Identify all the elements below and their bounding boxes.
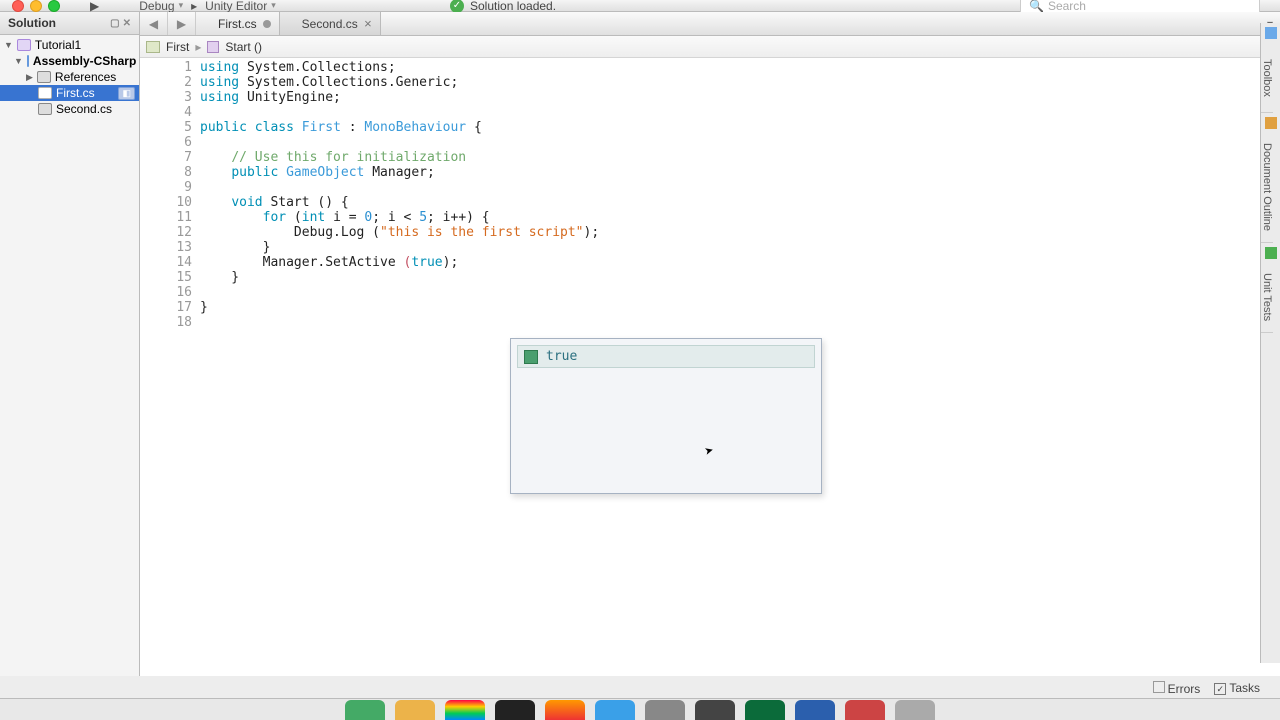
autocomplete-text: true <box>546 349 577 364</box>
file-node-first[interactable]: First.cs ◧ <box>0 85 139 101</box>
dock-app-7[interactable] <box>645 700 685 720</box>
project-label: Assembly-CSharp <box>33 54 136 68</box>
breadcrumb-method[interactable]: Start () <box>225 40 262 54</box>
unit-tests-tab[interactable]: Unit Tests <box>1261 263 1273 333</box>
dock-app-9[interactable] <box>745 700 785 720</box>
nav-back-button[interactable]: ◀ <box>140 12 168 35</box>
solution-sidebar: Solution ▢ ✕ ▼Tutorial1 ▼Assembly-CSharp … <box>0 12 140 676</box>
references-node[interactable]: ▶References <box>0 69 139 85</box>
status-bar: Errors ✓Tasks <box>1153 678 1260 698</box>
pad-close-icon[interactable]: ✕ <box>123 18 131 29</box>
editor-pane: ◀ ▶ First.cs Second.cs × ▾ First ▸ Start… <box>140 12 1280 676</box>
solution-root[interactable]: ▼Tutorial1 <box>0 37 139 53</box>
dock-app-5[interactable] <box>545 700 585 720</box>
right-dock: Toolbox Document Outline Unit Tests <box>1260 23 1280 663</box>
file-first-label: First.cs <box>56 86 95 100</box>
macos-dock <box>0 698 1280 720</box>
nav-fwd-button[interactable]: ▶ <box>168 12 196 35</box>
main-toolbar: ▶ Debug▾ ▸ Unity Editor▾ ✓ Solution load… <box>0 0 1280 12</box>
tab-first[interactable]: First.cs <box>196 12 280 35</box>
window-controls <box>12 0 60 12</box>
dock-app-3[interactable] <box>445 700 485 720</box>
errors-button[interactable]: Errors <box>1153 681 1201 696</box>
config-debug: Debug <box>139 0 174 13</box>
tasks-label: Tasks <box>1229 681 1260 695</box>
solution-tree: ▼Tutorial1 ▼Assembly-CSharp ▶References … <box>0 35 139 119</box>
dock-app-10[interactable] <box>795 700 835 720</box>
solution-title: Solution <box>8 16 56 30</box>
doc-outline-icon[interactable] <box>1265 117 1277 129</box>
tab-close-icon[interactable]: × <box>364 16 372 31</box>
errors-label: Errors <box>1168 682 1201 696</box>
autocomplete-item[interactable]: true <box>517 345 815 368</box>
dock-app-1[interactable] <box>345 700 385 720</box>
minimize-icon[interactable] <box>30 0 42 12</box>
dock-app-6[interactable] <box>595 700 635 720</box>
autocomplete-popup[interactable]: true <box>510 338 822 494</box>
editor-tabbar: ◀ ▶ First.cs Second.cs × ▾ <box>140 12 1280 36</box>
dock-app-12[interactable] <box>895 700 935 720</box>
errors-icon <box>1153 681 1165 693</box>
check-icon: ✓ <box>450 0 464 13</box>
toolbox-tab[interactable]: Toolbox <box>1261 43 1273 113</box>
dock-app-11[interactable] <box>845 700 885 720</box>
status-text: Solution loaded. <box>470 0 556 13</box>
status-message: ✓ Solution loaded. <box>450 0 556 13</box>
tab-first-label: First.cs <box>218 17 257 31</box>
solution-pad-header[interactable]: Solution ▢ ✕ <box>0 12 139 35</box>
references-label: References <box>55 70 116 84</box>
breadcrumb-bar: First ▸ Start () <box>140 36 1280 58</box>
zoom-icon[interactable] <box>48 0 60 12</box>
project-node[interactable]: ▼Assembly-CSharp <box>0 53 139 69</box>
run-button[interactable]: ▶ <box>90 0 99 13</box>
pad-box-icon[interactable]: ▢ <box>110 18 119 29</box>
file-node-second[interactable]: Second.cs <box>0 101 139 117</box>
tab-second-label: Second.cs <box>302 17 358 31</box>
toolbox-icon[interactable] <box>1265 27 1277 39</box>
tab-second[interactable]: Second.cs × <box>280 12 381 35</box>
tasks-button[interactable]: ✓Tasks <box>1214 681 1260 696</box>
dock-app-2[interactable] <box>395 700 435 720</box>
file-second-label: Second.cs <box>56 102 112 116</box>
line-gutter: 123456789101112131415161718 <box>140 58 200 676</box>
unit-tests-icon[interactable] <box>1265 247 1277 259</box>
tasks-checkbox-icon: ✓ <box>1214 683 1226 695</box>
config-selector[interactable]: Debug▾ ▸ Unity Editor▾ <box>139 0 276 13</box>
dirty-dot-icon <box>263 20 271 28</box>
doc-outline-tab[interactable]: Document Outline <box>1261 133 1273 243</box>
dock-app-4[interactable] <box>495 700 535 720</box>
keyword-icon <box>524 350 538 364</box>
close-icon[interactable] <box>12 0 24 12</box>
vcs-badge-icon: ◧ <box>118 87 135 100</box>
config-target: Unity Editor <box>205 0 267 13</box>
breadcrumb-class[interactable]: First <box>166 40 189 54</box>
method-icon <box>207 41 219 53</box>
class-icon <box>146 41 160 53</box>
dock-app-8[interactable] <box>695 700 735 720</box>
code-editor[interactable]: 123456789101112131415161718 using System… <box>140 58 1280 676</box>
solution-root-label: Tutorial1 <box>35 38 81 52</box>
